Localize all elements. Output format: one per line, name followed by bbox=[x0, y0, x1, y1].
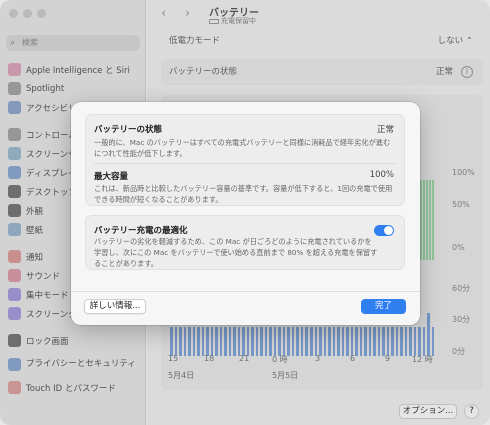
optimize-card: バッテリー充電の最適化 バッテリーの劣化を軽減するため、この Mac が日ごろど… bbox=[85, 215, 405, 270]
capacity-description: これは、新品時と比較したバッテリー容量の基準です。容量が低下すると、1回の充電で… bbox=[94, 184, 393, 204]
health-title: バッテリーの状態 bbox=[94, 125, 163, 135]
more-info-button[interactable]: 詳しい情報... bbox=[84, 299, 146, 314]
sheet-divider bbox=[71, 291, 420, 292]
done-button[interactable]: 完了 bbox=[361, 299, 406, 314]
capacity-value: 100% bbox=[369, 170, 394, 180]
battery-health-sheet: バッテリーの状態 正常 一般的に、Mac のバッテリーはすべての充電式バッテリー… bbox=[71, 102, 420, 325]
health-card: バッテリーの状態 正常 一般的に、Mac のバッテリーはすべての充電式バッテリー… bbox=[85, 114, 405, 206]
optimize-charging-toggle[interactable] bbox=[374, 225, 394, 236]
optimize-description: バッテリーの劣化を軽減するため、この Mac が日ごろどのように充電されているか… bbox=[94, 237, 378, 268]
health-description: 一般的に、Mac のバッテリーはすべての充電式バッテリーと同様に消耗品で経年劣化… bbox=[94, 138, 391, 158]
system-settings-window: ⌕ 検索 Apple Intelligence と Siri Spotlight ア… bbox=[0, 0, 490, 425]
health-value: 正常 bbox=[376, 125, 394, 135]
optimize-title: バッテリー充電の最適化 bbox=[94, 226, 188, 236]
capacity-title: 最大容量 bbox=[94, 172, 129, 182]
divider bbox=[94, 163, 396, 164]
